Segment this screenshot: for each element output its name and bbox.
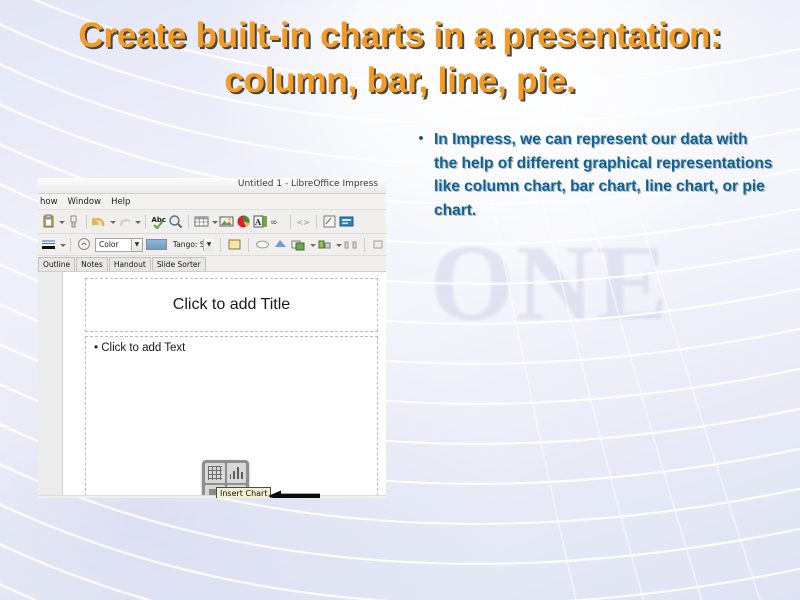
insert-chart-icon[interactable] <box>226 463 246 483</box>
find-replace-icon[interactable] <box>168 214 183 229</box>
slide-canvas[interactable]: Click to add Title • Click to add Text I… <box>63 272 386 498</box>
chevron-down-icon[interactable]: ▼ <box>130 238 142 251</box>
line-color-icon[interactable] <box>77 237 92 252</box>
toolbar-separator <box>86 214 87 229</box>
tab-outline[interactable]: Outline <box>38 257 76 271</box>
line-style-icon[interactable] <box>41 237 56 252</box>
toolbar-separator <box>247 237 249 252</box>
menu-item-window[interactable]: Window <box>68 197 102 207</box>
toolbar-separator <box>220 237 221 252</box>
tab-slide-sorter[interactable]: Slide Sorter <box>151 257 206 271</box>
line-and-filling-toolbar: Color ▼ Tango: Sky ▼ <box>38 234 386 256</box>
slide-panel[interactable] <box>38 272 63 498</box>
show-draw-functions-icon[interactable] <box>322 214 337 229</box>
svg-text:A: A <box>254 217 262 227</box>
line-color-dropdown[interactable]: Color ▼ <box>95 237 143 252</box>
rotate-icon[interactable] <box>371 237 386 252</box>
impress-workspace: Click to add Title • Click to add Text I… <box>38 272 386 498</box>
insert-chart-icon[interactable] <box>236 214 251 229</box>
menu-item-help[interactable]: Help <box>111 197 130 207</box>
standard-toolbar: Abc A ∞ <> <box>38 210 386 234</box>
tab-notes[interactable]: Notes <box>76 257 108 271</box>
view-tab-bar: Outline Notes Handout Slide Sorter <box>38 256 386 272</box>
clone-formatting-icon[interactable] <box>66 214 81 229</box>
undo-icon[interactable] <box>91 214 107 229</box>
chevron-down-icon[interactable] <box>211 215 218 229</box>
menu-item-slideshow[interactable]: how <box>40 197 58 207</box>
menu-bar: how Window Help <box>38 194 386 210</box>
svg-text:<>: <> <box>297 218 310 227</box>
window-titlebar: Untitled 1 - LibreOffice Impress <box>38 178 386 194</box>
title-placeholder-label: Click to add Title <box>172 296 291 313</box>
align-icon[interactable] <box>317 237 332 252</box>
chevron-down-icon[interactable] <box>58 215 65 229</box>
window-title: Untitled 1 - LibreOffice Impress <box>237 179 378 189</box>
chevron-down-icon[interactable]: ▼ <box>203 238 215 251</box>
arrange-icon[interactable] <box>291 237 306 252</box>
paste-icon[interactable] <box>41 214 56 229</box>
toolbar-separator <box>188 214 189 229</box>
annotation-arrow-icon <box>268 487 320 498</box>
toolbar-separator <box>70 237 72 252</box>
spelling-icon[interactable]: Abc <box>151 214 167 230</box>
fill-style-dropdown[interactable]: Tango: Sky ▼ <box>170 238 215 251</box>
tab-handout[interactable]: Handout <box>108 257 151 271</box>
chevron-down-icon[interactable] <box>335 238 343 252</box>
insert-textbox-icon[interactable]: A <box>253 214 268 229</box>
svg-text:∞: ∞ <box>270 218 278 228</box>
bullet-text: In Impress, we can represent our data wi… <box>434 131 773 219</box>
chevron-down-icon[interactable] <box>109 215 116 229</box>
insert-chart-tooltip: Insert Chart <box>216 487 272 498</box>
insert-table-icon[interactable] <box>205 463 225 483</box>
shadow-icon[interactable] <box>273 237 288 252</box>
insert-table-icon[interactable] <box>194 214 209 229</box>
list-item: • In Impress, we can represent our data … <box>408 128 773 222</box>
ellipse-icon[interactable] <box>255 237 270 252</box>
insert-hyperlink-icon[interactable]: <> <box>296 214 311 229</box>
presentation-slide: ONE Create built-in charts in a presenta… <box>0 0 800 600</box>
fill-color-swatch[interactable] <box>145 239 167 250</box>
toolbar-separator <box>145 214 146 229</box>
status-bar <box>38 495 386 498</box>
embedded-impress-screenshot: Untitled 1 - LibreOffice Impress how Win… <box>38 178 386 498</box>
bullet-marker-icon: • <box>418 130 424 147</box>
display-views-icon[interactable] <box>339 214 354 229</box>
outline-placeholder[interactable]: • Click to add Text Insert Chart <box>85 336 378 498</box>
line-color-value: Color <box>99 240 119 249</box>
redo-icon[interactable] <box>117 214 132 229</box>
svg-text:Abc: Abc <box>152 216 167 224</box>
page-title: Create built-in charts in a presentation… <box>78 16 722 100</box>
insert-special-character-icon[interactable]: ∞ <box>270 214 285 229</box>
slide-body-text: • In Impress, we can represent our data … <box>408 128 773 222</box>
chevron-down-icon[interactable] <box>59 238 67 252</box>
chevron-down-icon[interactable] <box>134 215 141 229</box>
outline-placeholder-label: • Click to add Text <box>94 342 186 354</box>
title-placeholder[interactable]: Click to add Title <box>85 278 378 332</box>
toolbar-separator <box>364 237 365 252</box>
toolbar-separator <box>290 214 291 229</box>
distribute-icon[interactable] <box>343 237 358 252</box>
fill-rectangle-icon[interactable] <box>227 237 242 252</box>
insert-image-icon[interactable] <box>219 214 234 229</box>
toolbar-separator <box>316 214 317 229</box>
chevron-down-icon[interactable] <box>309 238 317 252</box>
